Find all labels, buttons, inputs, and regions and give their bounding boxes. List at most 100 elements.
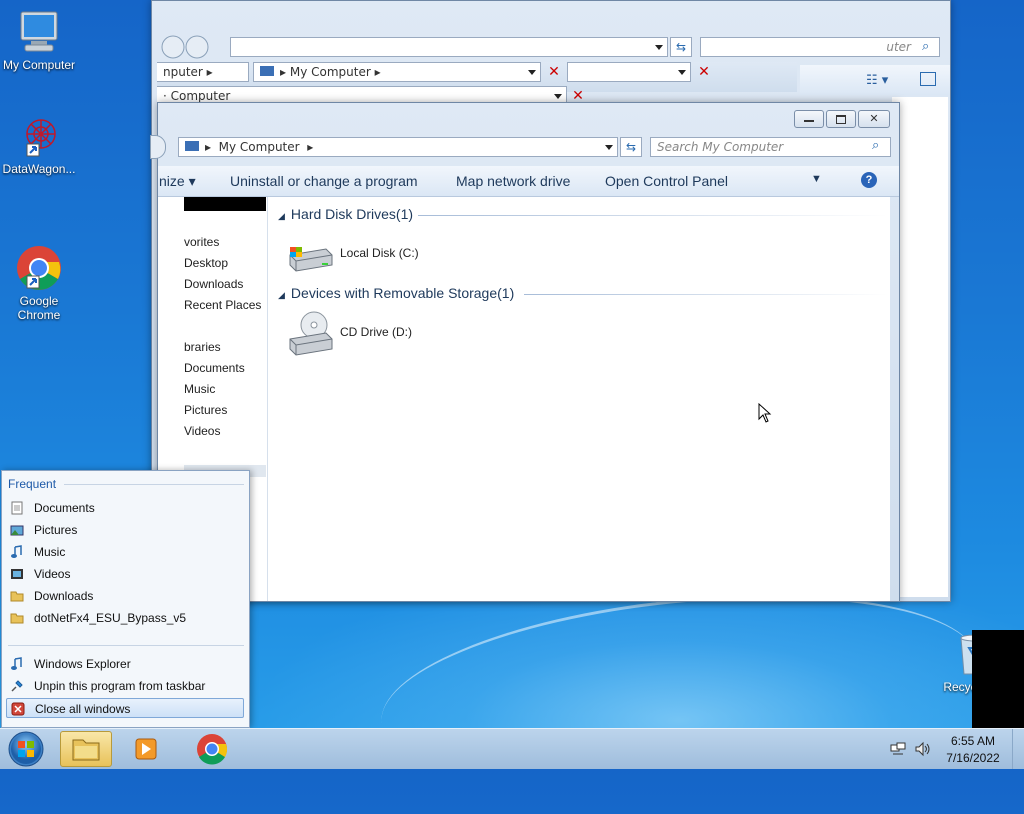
jump-item-downloads[interactable]: Downloads bbox=[6, 586, 244, 606]
group-divider bbox=[418, 215, 888, 216]
computer-icon bbox=[15, 8, 63, 56]
desktop-icon-label: My Computer bbox=[2, 58, 76, 72]
desktop-icon-chrome[interactable]: Google Chrome bbox=[0, 216, 81, 336]
cd-drive-label[interactable]: CD Drive (D:) bbox=[340, 325, 412, 339]
nav-favorites[interactable]: vorites bbox=[184, 235, 219, 249]
breadcrumb[interactable]: My Computer bbox=[219, 140, 300, 154]
nav-buttons[interactable] bbox=[160, 35, 216, 59]
nav-videos[interactable]: Videos bbox=[184, 424, 220, 438]
nav-pictures[interactable]: Pictures bbox=[184, 403, 227, 417]
nav-libraries[interactable]: braries bbox=[184, 340, 221, 354]
chevron-down-icon bbox=[655, 45, 663, 50]
jump-item-dotnetfx4[interactable]: dotNetFx4_ESU_Bypass_v5 bbox=[6, 608, 244, 628]
mouse-cursor-icon bbox=[758, 402, 772, 423]
divider bbox=[8, 645, 244, 646]
render-artifact bbox=[184, 197, 266, 211]
nav-desktop[interactable]: Desktop bbox=[184, 256, 228, 270]
search-icon: ⌕ bbox=[872, 138, 880, 153]
minimize-button[interactable] bbox=[794, 110, 824, 128]
computer-icon bbox=[260, 66, 274, 76]
taskbar-chrome-button[interactable] bbox=[186, 731, 238, 767]
jump-task-windows-explorer[interactable]: Windows Explorer bbox=[6, 654, 244, 674]
address-bar[interactable]: ▸ My Computer ▸ bbox=[178, 137, 618, 157]
caption-buttons: ✕ bbox=[794, 110, 890, 128]
jump-item-videos[interactable]: Videos bbox=[6, 564, 244, 584]
desktop-icon-label: DataWagon... bbox=[2, 162, 76, 176]
nav-documents[interactable]: Documents bbox=[184, 361, 245, 375]
search-input[interactable] bbox=[567, 62, 691, 82]
explorer-window[interactable]: ✕ ▸ My Computer ▸ ⇆ Search My Computer ⌕… bbox=[150, 102, 900, 602]
jump-item-documents[interactable]: Documents bbox=[6, 498, 244, 518]
close-icon[interactable]: ✕ bbox=[695, 63, 713, 81]
search-input[interactable]: Search My Computer bbox=[650, 137, 891, 157]
explorer-icon bbox=[10, 657, 24, 671]
computer-icon bbox=[185, 141, 199, 151]
render-artifact bbox=[972, 630, 1024, 728]
pin-icon bbox=[10, 679, 24, 693]
view-options-icon[interactable]: ☷ ▾ bbox=[866, 73, 888, 88]
chrome-icon bbox=[15, 230, 63, 290]
jump-list: Frequent Documents Pictures Music Videos… bbox=[1, 470, 250, 728]
document-icon bbox=[10, 501, 24, 515]
jump-list-header: Frequent bbox=[8, 477, 57, 491]
network-icon[interactable] bbox=[890, 741, 906, 757]
chevron-down-icon bbox=[528, 70, 536, 75]
chevron-down-icon bbox=[678, 70, 686, 75]
clock-date[interactable]: 7/16/2022 bbox=[938, 751, 1008, 765]
taskbar-media-player-button[interactable] bbox=[118, 731, 170, 767]
organize-button[interactable]: nize ▾ bbox=[159, 173, 196, 190]
command-bar: nize ▾ Uninstall or change a program Map… bbox=[158, 166, 899, 197]
datawagon-icon bbox=[15, 112, 63, 160]
volume-icon[interactable] bbox=[914, 741, 932, 757]
folder-icon bbox=[10, 589, 24, 603]
cd-drive-icon[interactable] bbox=[286, 309, 334, 357]
jump-task-unpin[interactable]: Unpin this program from taskbar bbox=[6, 676, 244, 696]
search-icon: ⌕ bbox=[922, 39, 930, 54]
forward-button[interactable] bbox=[150, 135, 166, 159]
more-commands-icon[interactable]: ▼ bbox=[811, 173, 822, 185]
clock-time[interactable]: 6:55 AM bbox=[938, 734, 1008, 748]
close-window-button[interactable]: ✕ bbox=[858, 110, 890, 128]
divider bbox=[64, 484, 244, 485]
close-icon[interactable]: ✕ bbox=[545, 63, 563, 81]
chevron-down-icon bbox=[554, 94, 562, 99]
refresh-icon[interactable]: ⇆ bbox=[620, 137, 642, 157]
jump-task-close-all-windows[interactable]: Close all windows bbox=[6, 698, 244, 718]
uninstall-program-button[interactable]: Uninstall or change a program bbox=[230, 173, 418, 189]
chevron-down-icon[interactable] bbox=[605, 145, 613, 150]
start-button[interactable] bbox=[6, 730, 46, 768]
desktop-icon-my-computer[interactable]: My Computer bbox=[0, 8, 81, 72]
taskbar-explorer-button[interactable] bbox=[60, 731, 112, 767]
preview-pane-icon[interactable] bbox=[920, 72, 936, 86]
pictures-icon bbox=[10, 523, 24, 537]
maximize-button[interactable] bbox=[826, 110, 856, 128]
address-bar[interactable]: ▸ My Computer ▸ bbox=[253, 62, 541, 82]
breadcrumb-segment[interactable]: nputer ▸ bbox=[157, 62, 249, 82]
desktop-icon-label: Google Chrome bbox=[17, 294, 61, 322]
local-disk-icon[interactable] bbox=[286, 239, 334, 275]
folder-icon bbox=[10, 611, 24, 625]
open-control-panel-button[interactable]: Open Control Panel bbox=[605, 173, 728, 189]
nav-recent-places[interactable]: Recent Places bbox=[184, 298, 261, 312]
nav-downloads[interactable]: Downloads bbox=[184, 277, 243, 291]
search-input[interactable]: uter bbox=[700, 37, 940, 57]
content-area bbox=[892, 97, 948, 597]
map-network-drive-button[interactable]: Map network drive bbox=[456, 173, 570, 189]
music-icon bbox=[10, 545, 24, 559]
jump-item-pictures[interactable]: Pictures bbox=[6, 520, 244, 540]
refresh-icon[interactable]: ⇆ bbox=[670, 37, 692, 57]
toolbar-strip: ☷ ▾ bbox=[800, 65, 950, 95]
local-disk-label[interactable]: Local Disk (C:) bbox=[340, 246, 419, 260]
jump-item-music[interactable]: Music bbox=[6, 542, 244, 562]
address-bar[interactable] bbox=[230, 37, 668, 57]
group-hard-disk-drives[interactable]: ◢ Hard Disk Drives(1) bbox=[278, 206, 413, 222]
show-desktop-button[interactable] bbox=[1012, 729, 1024, 769]
desktop-icon-datawagon[interactable]: DataWagon... bbox=[0, 112, 81, 176]
close-all-icon bbox=[11, 702, 25, 716]
group-divider bbox=[524, 294, 888, 295]
videos-icon bbox=[10, 567, 24, 581]
nav-music[interactable]: Music bbox=[184, 382, 215, 396]
help-icon[interactable]: ? bbox=[861, 172, 877, 188]
group-removable-storage[interactable]: ◢ Devices with Removable Storage(1) bbox=[278, 285, 514, 301]
taskbar: 6:55 AM 7/16/2022 bbox=[0, 728, 1024, 769]
